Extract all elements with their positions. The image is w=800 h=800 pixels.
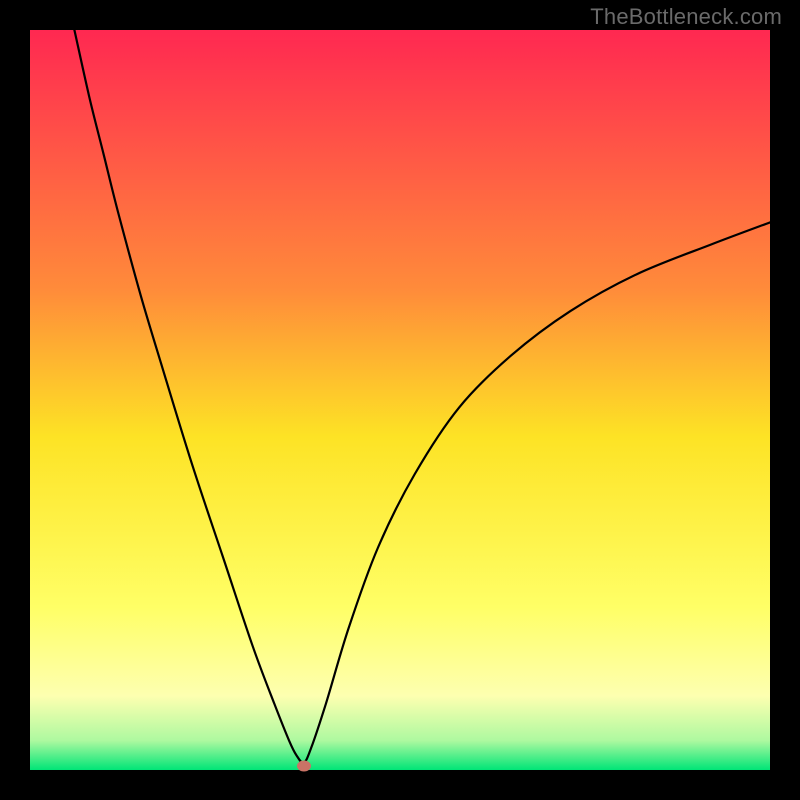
bottleneck-curve bbox=[74, 30, 770, 763]
curve-layer bbox=[30, 30, 770, 770]
watermark-text: TheBottleneck.com bbox=[590, 4, 782, 30]
minimum-marker-icon bbox=[297, 761, 311, 772]
plot-area bbox=[30, 30, 770, 770]
